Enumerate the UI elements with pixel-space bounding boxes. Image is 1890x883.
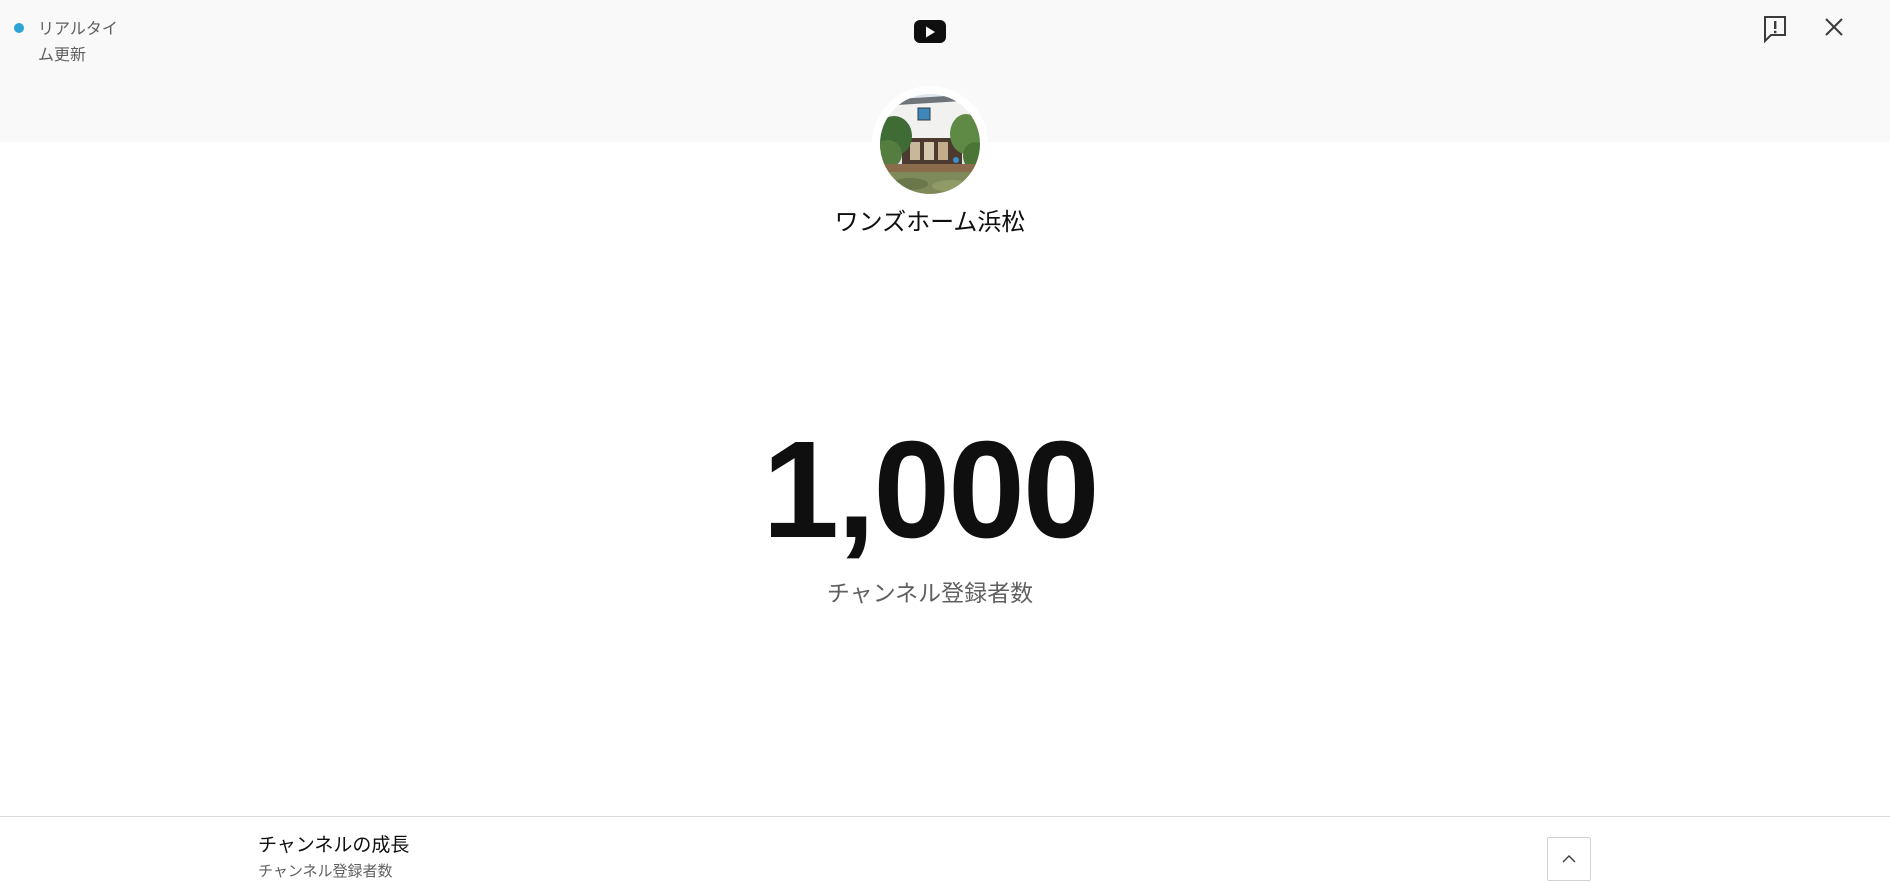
growth-section-title: チャンネルの成長 [258,834,410,856]
play-triangle-icon [926,26,935,37]
live-dot-icon [14,23,24,33]
subscriber-count: 1,000 [762,413,1099,567]
channel-avatar [880,94,980,194]
section-divider [0,816,1890,817]
channel-avatar-house-photo [880,94,980,194]
page: リアルタイム更新 ワンズホーム浜松 1,000 チャンネル登録者数 チャンネルの… [0,0,1890,883]
collapse-button[interactable] [1547,837,1591,881]
chevron-up-icon [1562,855,1576,863]
report-button[interactable] [1761,14,1789,44]
realtime-indicator: リアルタイム更新 [14,16,126,68]
growth-section-subtitle: チャンネル登録者数 [258,862,393,880]
channel-avatar-frame [872,86,988,202]
realtime-label: リアルタイム更新 [38,19,118,64]
subscriber-count-label: チャンネル登録者数 [826,581,1034,607]
close-icon [1825,18,1843,36]
report-flag-icon [1764,16,1786,44]
channel-name: ワンズホーム浜松 [834,208,1026,236]
close-button[interactable] [1821,14,1847,40]
youtube-play-icon [914,20,946,43]
